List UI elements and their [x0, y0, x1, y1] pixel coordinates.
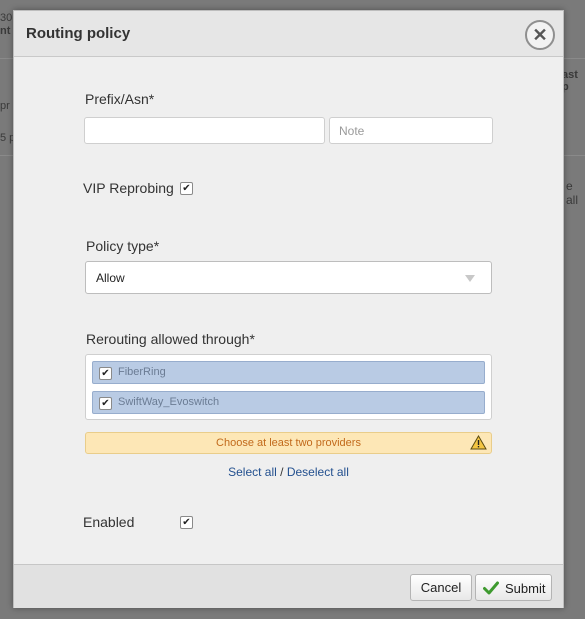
provider-checkbox[interactable]: ✔ — [99, 367, 112, 380]
background-text: e all — [566, 179, 579, 207]
policy-type-select[interactable]: Allow — [85, 261, 492, 294]
warning-text: Choose at least two providers — [216, 437, 361, 449]
providers-warning: Choose at least two providers — [85, 432, 492, 454]
provider-item-swiftway-evoswitch[interactable]: ✔ SwiftWay_Evoswitch — [92, 391, 485, 414]
enabled-checkbox[interactable]: ✔ — [180, 516, 193, 529]
prefix-asn-label: Prefix/Asn* — [85, 91, 155, 107]
provider-item-fiberring[interactable]: ✔ FiberRing — [92, 361, 485, 384]
background-text: 30 — [0, 12, 13, 24]
rerouting-label: Rerouting allowed through* — [86, 331, 255, 347]
provider-checkbox[interactable]: ✔ — [99, 397, 112, 410]
select-all-link[interactable]: Select all — [228, 465, 277, 479]
chevron-down-icon — [465, 275, 475, 282]
vip-reprobing-label: VIP Reprobing — [83, 180, 174, 196]
provider-label: FiberRing — [118, 366, 166, 378]
check-icon — [483, 581, 499, 598]
prefix-asn-input[interactable] — [84, 117, 325, 144]
dialog-footer: Cancel Submit — [14, 564, 563, 608]
vip-reprobing-checkbox[interactable]: ✔ — [180, 182, 193, 195]
link-separator: / — [280, 465, 284, 479]
policy-type-label: Policy type* — [86, 238, 160, 254]
close-icon[interactable]: ✕ — [525, 20, 555, 50]
submit-button[interactable]: Submit — [475, 574, 552, 601]
background-text: nt — [0, 25, 11, 37]
note-input[interactable] — [329, 117, 493, 144]
background-text: pr — [0, 100, 10, 112]
select-links: Select all / Deselect all — [85, 465, 492, 479]
routing-policy-dialog: Routing policy ✕ Prefix/Asn* VIP Reprobi… — [13, 10, 564, 608]
deselect-all-link[interactable]: Deselect all — [287, 465, 349, 479]
provider-list: ✔ FiberRing ✔ SwiftWay_Evoswitch — [85, 354, 492, 420]
dialog-header: Routing policy ✕ — [14, 11, 563, 57]
cancel-button[interactable]: Cancel — [410, 574, 472, 601]
provider-label: SwiftWay_Evoswitch — [118, 396, 220, 408]
enabled-label: Enabled — [83, 514, 135, 530]
warning-icon — [470, 434, 487, 455]
dialog-title: Routing policy — [26, 25, 131, 42]
policy-type-value: Allow — [96, 271, 125, 285]
background-text: ast p — [562, 69, 578, 93]
submit-label: Submit — [505, 581, 546, 596]
